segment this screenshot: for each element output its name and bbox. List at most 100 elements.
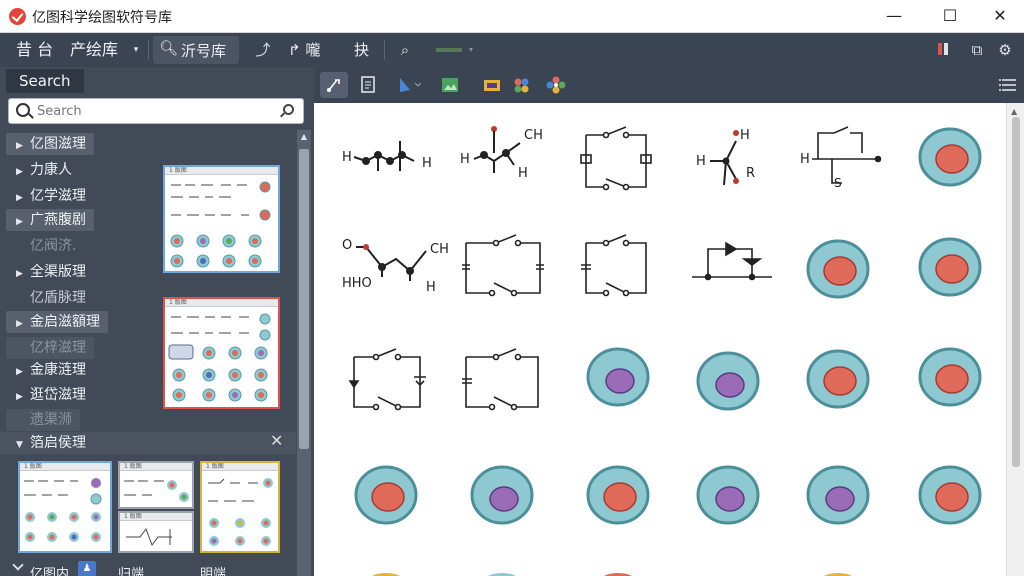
category-item[interactable]: ▶ 金启滋額理 (6, 311, 108, 333)
export-icon[interactable]: ⧉ (966, 33, 988, 67)
maximize-button[interactable]: ☐ (924, 0, 976, 32)
person-icon[interactable]: ♟ (78, 561, 96, 576)
scroll-up-icon[interactable]: ▲ (299, 132, 309, 144)
app-window: 亿图科学绘图软符号库 — ☐ ✕ 昔 台 产绘库 ▾ 🔍︎ 沂号库 ⤴ ↱ 嚨 … (0, 0, 1024, 576)
cell-symbol[interactable] (918, 347, 982, 407)
toolbar-divider (384, 40, 385, 60)
symbol-library-tab[interactable]: 🔍︎ 沂号库 (153, 36, 239, 64)
main-toolbar: 昔 台 产绘库 ▾ 🔍︎ 沂号库 ⤴ ↱ 嚨 抉 ⌕ ▾ ⧉ ⚙ (0, 33, 1024, 67)
library-thumbnail[interactable]: 1 版图 (18, 461, 112, 553)
cell-symbol[interactable] (918, 237, 982, 297)
chevron-right-icon: ▶ (16, 141, 23, 151)
shape-tool-button[interactable] (394, 72, 422, 98)
settings-icon[interactable]: ⚙ (994, 33, 1016, 67)
category-item[interactable]: ▶ 力康人 (6, 159, 80, 181)
cell-symbol[interactable] (696, 351, 760, 411)
cell-symbol[interactable] (918, 127, 982, 187)
cell-symbol[interactable] (696, 465, 760, 525)
minimize-button[interactable]: — (868, 0, 920, 32)
switch-symbol[interactable] (580, 126, 652, 191)
tool-item[interactable]: ↱ 嚨 (288, 33, 320, 67)
svg-text:CH: CH (430, 242, 449, 257)
svg-text:H: H (740, 128, 750, 143)
library-thumbnail[interactable]: 1 版图 (163, 165, 280, 273)
cell-symbol[interactable] (354, 465, 418, 525)
menu-library[interactable]: 产绘库 (70, 33, 118, 67)
library-thumbnail[interactable]: 1 版图 (118, 511, 194, 553)
cell-symbol[interactable] (918, 465, 982, 525)
search-tab[interactable]: Search (6, 69, 84, 93)
search-input[interactable] (37, 102, 277, 120)
zoom-icon[interactable]: ⌕ (394, 33, 416, 67)
toolbar-divider (148, 40, 149, 60)
canvas-scrollbar-thumb[interactable] (1012, 117, 1020, 467)
canvas-scrollbar[interactable]: ▲ (1006, 103, 1024, 576)
check-icon[interactable] (12, 559, 24, 571)
cell-symbol[interactable] (470, 465, 534, 525)
cell-symbol[interactable] (806, 349, 870, 409)
cell-symbol[interactable] (806, 465, 870, 525)
search-go-icon[interactable] (283, 104, 294, 115)
image-icon[interactable] (436, 72, 464, 98)
category-item[interactable]: ▶ 亿学滋理 (6, 185, 94, 207)
chevron-down-icon[interactable]: ▾ (466, 33, 476, 67)
bottom-label: 归端 (118, 567, 145, 576)
switch-symbol[interactable] (581, 234, 647, 297)
list-menu-icon[interactable] (994, 72, 1022, 98)
palette-icon[interactable] (508, 72, 536, 98)
switch-symbol[interactable] (462, 348, 539, 411)
symbol-grid: H H H CH H H H R H S O HHO CH H (342, 126, 982, 576)
molecule-symbol[interactable]: H CH H (460, 126, 543, 181)
switch-symbol[interactable]: H S (800, 126, 882, 190)
panel-icon (944, 43, 948, 55)
category-item[interactable]: 遗渠浉 (6, 409, 80, 431)
document-icon[interactable] (354, 72, 382, 98)
cell-symbol[interactable] (586, 347, 650, 407)
window-title: 亿图科学绘图软符号库 (32, 10, 172, 26)
symbol-library-label: 沂号库 (181, 42, 227, 60)
menu-file[interactable]: 昔 台 (16, 33, 53, 67)
slider-icon[interactable] (436, 48, 462, 52)
switch-symbol[interactable] (462, 234, 544, 297)
search-box[interactable] (8, 98, 304, 124)
molecule-symbol[interactable]: O HHO CH H (342, 238, 449, 295)
tool-item-2[interactable]: 抉 (354, 33, 369, 67)
panel-scrollbar-thumb[interactable] (299, 149, 309, 449)
canvas-toolbar (314, 67, 1024, 103)
category-item[interactable]: ▶ 广燕腹剧 (6, 209, 94, 231)
molecule-symbol[interactable]: H H R (696, 128, 755, 186)
category-item[interactable]: 亿阀济. (6, 235, 84, 257)
category-item[interactable]: ▶ 金康涟理 (6, 359, 94, 381)
category-item[interactable]: ▶ 逛岱滋理 (6, 384, 94, 406)
title-bar: 亿图科学绘图软符号库 — ☐ ✕ (0, 0, 1024, 33)
category-item[interactable]: 亿梓滋理 (6, 337, 94, 359)
close-category-icon[interactable]: ✕ (270, 431, 283, 450)
category-item[interactable]: 亿盾脉理 (6, 287, 94, 309)
library-thumbnail-selected[interactable]: 1 版图 (163, 297, 280, 409)
cell-symbol[interactable] (586, 465, 650, 525)
svg-text:H: H (800, 152, 810, 167)
category-item-expanded[interactable]: ▼ 箔启侯理 (0, 432, 296, 454)
chevron-right-icon: ▶ (16, 217, 23, 227)
diode-symbol[interactable] (692, 241, 772, 281)
svg-text:H: H (342, 150, 352, 165)
draw-tool-button[interactable] (320, 72, 348, 98)
flower-icon[interactable] (542, 72, 570, 98)
cell-symbol[interactable] (806, 239, 870, 299)
molecule-symbol[interactable]: H H (342, 141, 432, 171)
search-icon: 🔍︎ (159, 39, 179, 57)
close-window-button[interactable]: ✕ (974, 0, 1024, 32)
svg-text:HHO: HHO (342, 276, 372, 291)
category-item[interactable]: ▶ 全渠版理 (6, 261, 94, 283)
library-thumbnail[interactable]: 1 版图 (200, 461, 280, 553)
folder-icon[interactable] (478, 72, 506, 98)
switch-symbol[interactable] (348, 348, 426, 411)
library-thumbnail[interactable]: 1 版图 (118, 461, 194, 509)
symbol-canvas[interactable]: H H H CH H H H R H S O HHO CH H (314, 103, 1006, 576)
chevron-right-icon: ▶ (16, 319, 23, 329)
connector-icon[interactable]: ⤴ (252, 33, 274, 67)
chevron-down-icon[interactable]: ▾ (131, 33, 141, 67)
category-item[interactable]: ▶ 亿图滋理 (6, 133, 94, 155)
panel-icon[interactable] (938, 43, 942, 55)
scroll-up-icon[interactable]: ▲ (1011, 107, 1017, 116)
